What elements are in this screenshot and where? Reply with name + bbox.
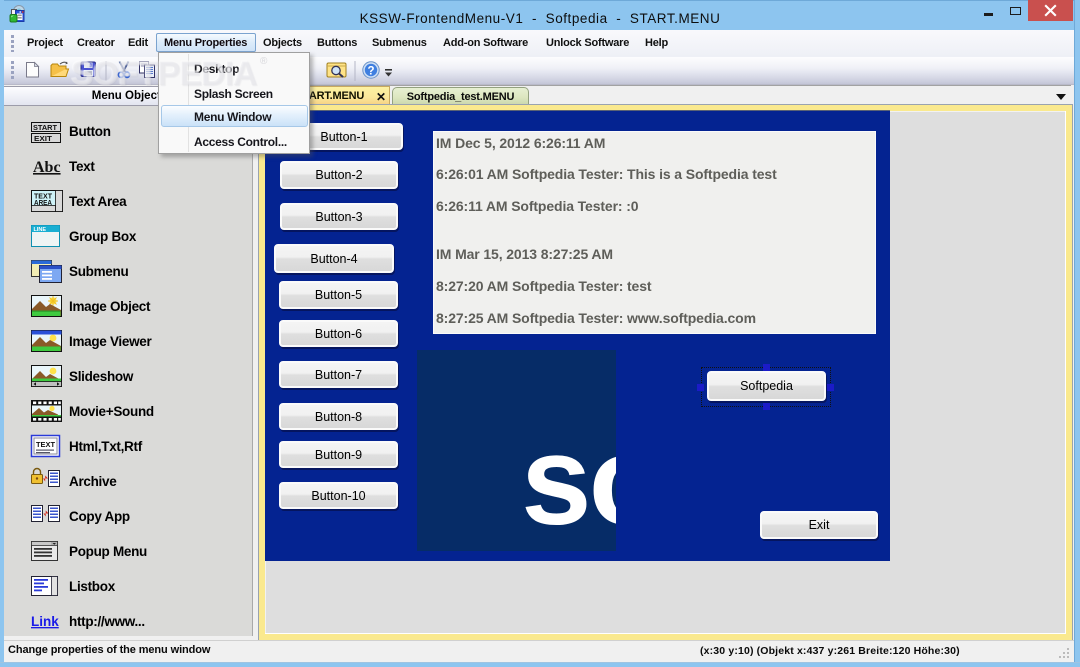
svg-text:?: ? (367, 66, 374, 78)
svg-text:EXIT: EXIT (34, 134, 52, 143)
svg-text:LINE: LINE (34, 227, 47, 233)
svg-text:START: START (33, 123, 57, 132)
svg-text:TEXT: TEXT (36, 442, 56, 449)
svg-text:Link: Link (31, 614, 59, 629)
svg-text:Abc: Abc (33, 159, 61, 176)
svg-text:AREA: AREA (34, 200, 52, 207)
